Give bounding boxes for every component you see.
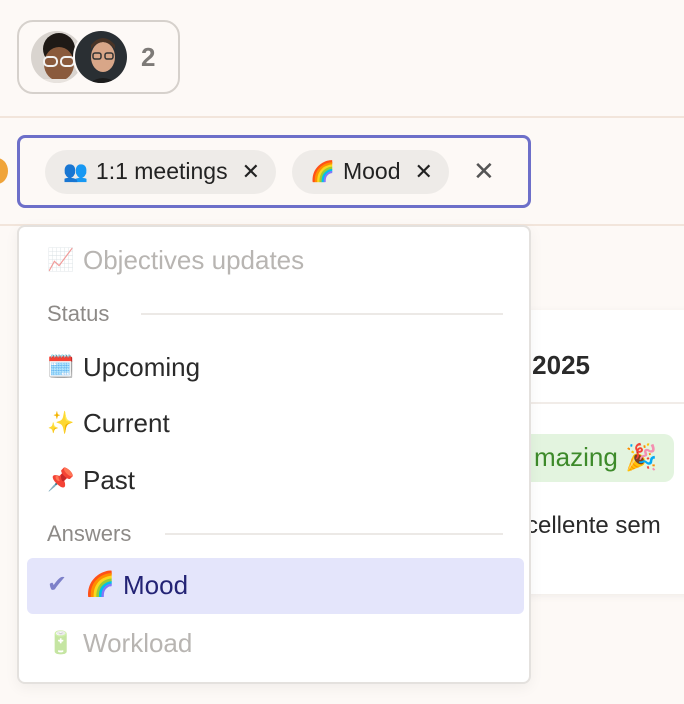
option-label: Past xyxy=(83,464,136,495)
card-text: cellente sem xyxy=(530,512,661,539)
option-label: Mood xyxy=(123,570,189,600)
people-icon: 👥 xyxy=(63,161,88,183)
option-label: Current xyxy=(83,407,170,438)
meeting-card-content: arch 2025 mazing 🎉 cellente sem xyxy=(530,300,684,610)
option-objectives-updates[interactable]: 📈 Objectives updates xyxy=(47,237,304,283)
group-divider xyxy=(165,533,503,535)
group-label-answers: Answers xyxy=(47,521,132,546)
page: 2 👥 1:1 meetings ✕ 🌈 Mood ✕ ✕ arch 2025 … xyxy=(0,0,684,704)
remove-chip-icon[interactable]: ✕ xyxy=(242,159,260,185)
participants-filter-button[interactable]: 2 xyxy=(17,20,180,94)
option-upcoming[interactable]: 🗓️ Upcoming xyxy=(47,344,200,390)
option-mood-selected[interactable]: ✔ 🌈 Mood xyxy=(27,558,524,614)
calendar-icon: 🗓️ xyxy=(47,354,75,379)
filter-chip-mood[interactable]: 🌈 Mood ✕ xyxy=(292,149,449,194)
divider xyxy=(0,116,684,118)
clear-filters-icon[interactable]: ✕ xyxy=(473,156,495,187)
rainbow-icon: 🌈 xyxy=(310,161,335,183)
option-label: Objectives updates xyxy=(83,244,305,275)
chip-label: Mood xyxy=(342,158,401,184)
avatar xyxy=(73,29,129,85)
option-current[interactable]: ✨ Current xyxy=(47,400,170,446)
filter-dropdown: 📈 Objectives updates Status 🗓️ Upcoming … xyxy=(17,225,531,684)
sparkles-icon: ✨ xyxy=(47,410,75,435)
option-workload[interactable]: 🔋 Workload xyxy=(47,620,192,666)
group-divider xyxy=(141,313,503,315)
chip-label: 1:1 meetings xyxy=(95,158,228,184)
filter-chip-1-1-meetings[interactable]: 👥 1:1 meetings ✕ xyxy=(45,149,277,194)
group-label-status: Status xyxy=(47,301,110,326)
option-label: Upcoming xyxy=(83,351,201,382)
option-label: Workload xyxy=(83,627,193,658)
chart-icon: 📈 xyxy=(47,247,75,272)
participants-count: 2 xyxy=(141,41,156,72)
option-past[interactable]: 📌 Past xyxy=(47,457,135,503)
card-title: arch 2025 xyxy=(530,350,590,380)
remove-chip-icon[interactable]: ✕ xyxy=(415,159,433,185)
mood-badge-text: mazing 🎉 xyxy=(534,442,658,472)
card-divider xyxy=(530,402,684,404)
battery-icon: 🔋 xyxy=(47,630,75,655)
filter-input[interactable]: 👥 1:1 meetings ✕ 🌈 Mood ✕ ✕ xyxy=(17,135,531,208)
pushpin-icon: 📌 xyxy=(47,467,75,492)
indicator-dot xyxy=(0,158,8,184)
rainbow-icon: 🌈 xyxy=(85,571,115,598)
check-icon: ✔ xyxy=(47,571,68,598)
